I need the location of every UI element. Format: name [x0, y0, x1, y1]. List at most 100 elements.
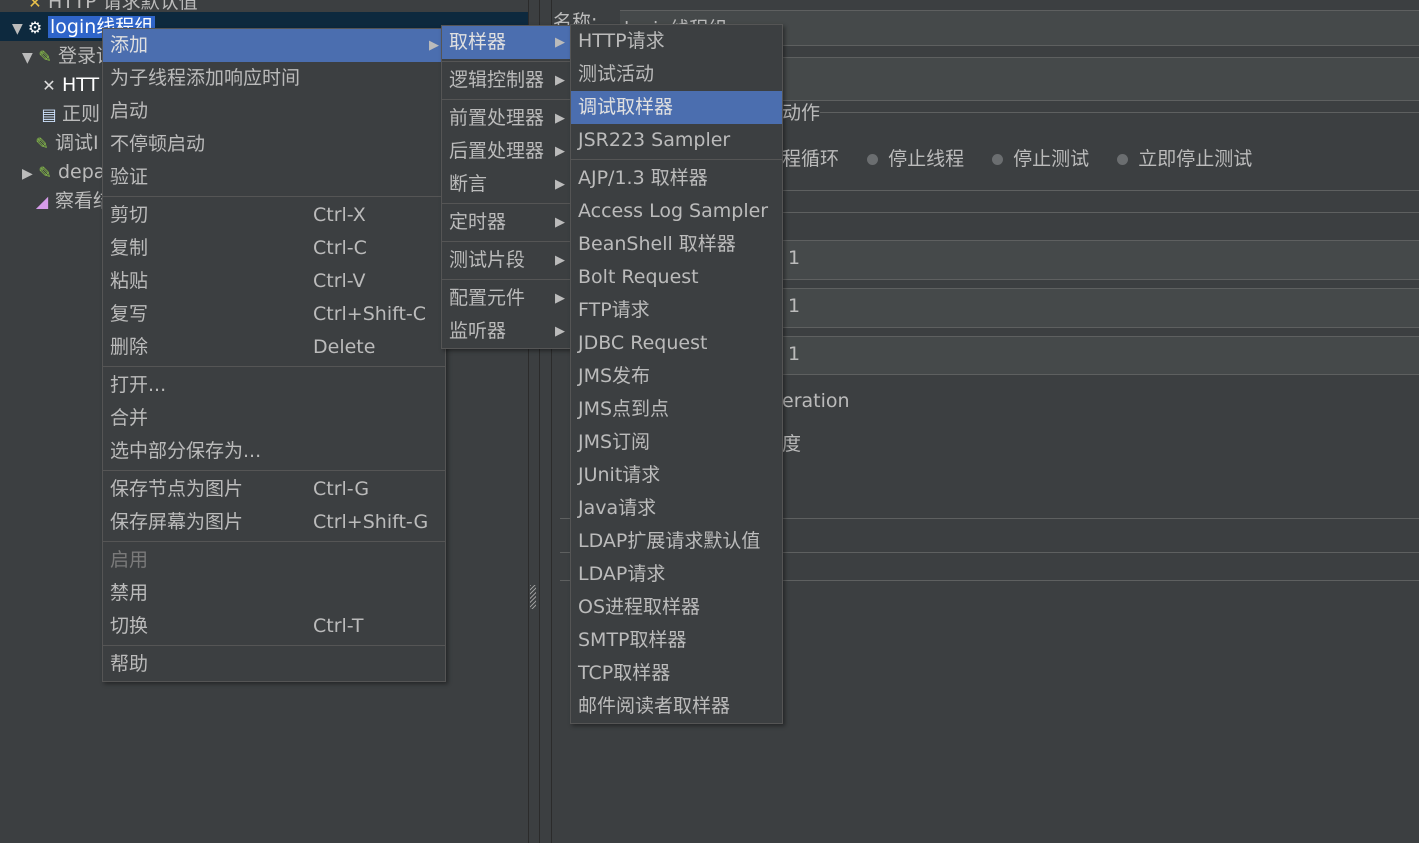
- sampler-submenu-item[interactable]: Access Log Sampler: [571, 195, 782, 228]
- context-menu-item[interactable]: 启动: [103, 95, 445, 128]
- sampler-submenu-item[interactable]: LDAP请求: [571, 558, 782, 591]
- menu-item-label: 逻辑控制器: [449, 69, 545, 91]
- sampler-submenu-item[interactable]: OS进程取样器: [571, 591, 782, 624]
- context-menu-item[interactable]: 复写 Ctrl+Shift-C: [103, 298, 445, 331]
- menu-separator: [442, 279, 571, 280]
- sampler-submenu-item[interactable]: 调试取样器: [571, 91, 782, 124]
- context-menu-item[interactable]: 粘贴 Ctrl-V: [103, 265, 445, 298]
- splitter-grip-icon[interactable]: [530, 585, 536, 609]
- submenu-arrow-icon: ▶: [429, 38, 439, 53]
- menu-item-label: Bolt Request: [578, 266, 699, 288]
- context-menu-item[interactable]: 切换 Ctrl-T: [103, 610, 445, 643]
- radio-label[interactable]: 立即停止测试: [1138, 148, 1252, 170]
- context-menu-item[interactable]: 添加 ▶: [103, 29, 445, 62]
- tree-item-depa[interactable]: ▶ ✎ depa: [22, 158, 105, 186]
- context-menu-item[interactable]: 保存屏幕为图片 Ctrl+Shift-G: [103, 506, 445, 539]
- tree-item-label: 调试I: [55, 132, 99, 154]
- context-menu-item[interactable]: 为子线程添加响应时间: [103, 62, 445, 95]
- submenu-arrow-icon: ▶: [555, 177, 565, 192]
- menu-item-label: 切换: [110, 615, 149, 637]
- menu-item-label: JDBC Request: [578, 332, 708, 354]
- sampler-submenu-item[interactable]: TCP取样器: [571, 657, 782, 690]
- context-menu-item[interactable]: 删除 Delete: [103, 331, 445, 364]
- expand-triangle-icon[interactable]: ▼: [22, 44, 36, 72]
- context-menu: 添加 ▶ 为子线程添加响应时间启动 不停顿启动 验证剪切 Ctrl-X 复制 Ctrl-C 粘贴…: [102, 28, 446, 682]
- radio-next-loop-label[interactable]: 程循环: [782, 148, 839, 170]
- menu-separator: [103, 196, 445, 197]
- menu-separator: [571, 159, 782, 160]
- add-submenu-item[interactable]: 前置处理器 ▶: [442, 102, 571, 135]
- add-submenu-item[interactable]: 定时器 ▶: [442, 206, 571, 239]
- collapse-triangle-icon[interactable]: ▶: [22, 160, 36, 188]
- action-group-title: 动作: [782, 102, 821, 124]
- sampler-submenu-item[interactable]: Java请求: [571, 492, 782, 525]
- menu-item-label: 保存屏幕为图片: [110, 511, 244, 533]
- sampler-submenu-item[interactable]: Bolt Request: [571, 261, 782, 294]
- menu-item-label: 打开...: [110, 374, 167, 396]
- wrench-icon: ✕: [42, 76, 56, 95]
- menu-item-label: 保存节点为图片: [110, 478, 244, 500]
- tree-item-http[interactable]: ✕ HTT: [40, 71, 99, 99]
- sampler-submenu-item[interactable]: JUnit请求: [571, 459, 782, 492]
- add-submenu-item[interactable]: 后置处理器 ▶: [442, 135, 571, 168]
- radio-stop-test-now[interactable]: [1117, 154, 1129, 165]
- menu-item-label: 取样器: [449, 31, 507, 53]
- menu-item-label: JMS发布: [578, 365, 651, 387]
- menu-item-label: 后置处理器: [449, 140, 545, 162]
- threads-input[interactable]: 1: [782, 240, 1419, 280]
- sampler-submenu-item[interactable]: 测试活动: [571, 58, 782, 91]
- tree-item-debug[interactable]: ✎ 调试I: [33, 129, 99, 157]
- sampler-submenu: HTTP请求测试活动调试取样器 JSR223 Sampler AJP/1.3 取样器…: [570, 24, 783, 724]
- sampler-submenu-item[interactable]: JMS点到点: [571, 393, 782, 426]
- loop-count-input[interactable]: 1: [782, 336, 1419, 375]
- add-submenu-item[interactable]: 取样器 ▶: [442, 26, 571, 59]
- add-submenu-item[interactable]: 逻辑控制器 ▶: [442, 64, 571, 97]
- delay-label[interactable]: 度: [782, 430, 801, 458]
- context-menu-item[interactable]: 剪切 Ctrl-X: [103, 199, 445, 232]
- menu-separator: [103, 645, 445, 646]
- context-menu-item[interactable]: 打开...: [103, 369, 445, 402]
- context-menu-item[interactable]: 保存节点为图片 Ctrl-G: [103, 473, 445, 506]
- radio-stop-thread[interactable]: [867, 154, 879, 165]
- sampler-submenu-item[interactable]: SMTP取样器: [571, 624, 782, 657]
- sampler-submenu-item[interactable]: LDAP扩展请求默认值: [571, 525, 782, 558]
- tree-item-results[interactable]: ◢ 察看结: [33, 187, 112, 215]
- menu-item-label: 测试活动: [578, 63, 655, 85]
- context-menu-item[interactable]: 验证: [103, 161, 445, 194]
- sampler-submenu-item[interactable]: 邮件阅读者取样器: [571, 690, 782, 723]
- add-submenu-item[interactable]: 监听器 ▶: [442, 315, 571, 348]
- context-menu-item[interactable]: 禁用: [103, 577, 445, 610]
- context-menu-item[interactable]: 合并: [103, 402, 445, 435]
- sampler-submenu-item[interactable]: JDBC Request: [571, 327, 782, 360]
- tree-item-regex[interactable]: ▤ 正则: [40, 100, 100, 128]
- add-submenu-item[interactable]: 测试片段 ▶: [442, 244, 571, 277]
- on-error-radio-group: 程循环 停止线程 停止测试 立即停止测试: [782, 145, 1252, 173]
- sampler-submenu-item[interactable]: AJP/1.3 取样器: [571, 162, 782, 195]
- menu-item-label: OS进程取样器: [578, 596, 701, 618]
- sampler-submenu-item[interactable]: FTP请求: [571, 294, 782, 327]
- add-submenu-item[interactable]: 配置元件 ▶: [442, 282, 571, 315]
- menu-item-label: 剪切: [110, 204, 149, 226]
- same-user-iteration-label[interactable]: eration: [782, 387, 850, 415]
- sampler-submenu-item[interactable]: BeanShell 取样器: [571, 228, 782, 261]
- expand-triangle-icon[interactable]: ▼: [12, 15, 26, 43]
- menu-item-label: 测试片段: [449, 249, 526, 271]
- menu-item-label: 监听器: [449, 320, 507, 342]
- sampler-submenu-item[interactable]: JMS发布: [571, 360, 782, 393]
- sampler-submenu-item[interactable]: HTTP请求: [571, 25, 782, 58]
- radio-stop-test[interactable]: [992, 154, 1004, 165]
- context-menu-item[interactable]: 复制 Ctrl-C: [103, 232, 445, 265]
- context-menu-item[interactable]: 不停顿启动: [103, 128, 445, 161]
- menu-item-label: LDAP请求: [578, 563, 666, 585]
- sampler-submenu-item[interactable]: JMS订阅: [571, 426, 782, 459]
- ramp-up-input[interactable]: 1: [782, 288, 1419, 328]
- add-submenu-item[interactable]: 断言 ▶: [442, 168, 571, 201]
- menu-item-label: 为子线程添加响应时间: [110, 67, 301, 89]
- context-menu-item[interactable]: 帮助: [103, 648, 445, 681]
- radio-label[interactable]: 停止线程: [888, 148, 964, 170]
- sampler-submenu-item[interactable]: JSR223 Sampler: [571, 124, 782, 157]
- radio-label[interactable]: 停止测试: [1013, 148, 1089, 170]
- submenu-arrow-icon: ▶: [555, 35, 565, 50]
- context-menu-item[interactable]: 选中部分保存为...: [103, 435, 445, 468]
- menu-item-label: 调试取样器: [578, 96, 674, 118]
